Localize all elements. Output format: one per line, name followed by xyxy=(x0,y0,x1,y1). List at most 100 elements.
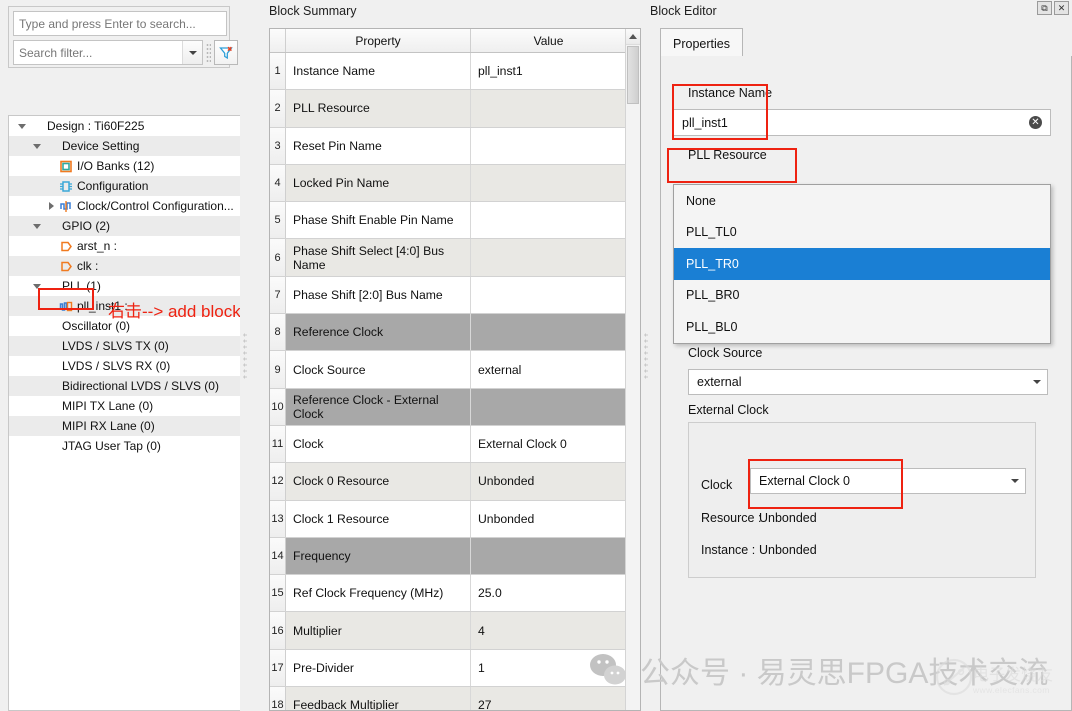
table-row[interactable]: 15Ref Clock Frequency (MHz)25.0 xyxy=(270,575,640,612)
value-cell[interactable]: external xyxy=(471,351,626,387)
chevron-down-icon[interactable] xyxy=(30,144,43,149)
value-cell[interactable]: External Clock 0 xyxy=(471,426,626,462)
value-cell[interactable] xyxy=(471,165,626,201)
column-header-rownum xyxy=(270,29,286,52)
tree-item[interactable]: clk : xyxy=(9,256,240,276)
table-row[interactable]: 7Phase Shift [2:0] Bus Name xyxy=(270,277,640,314)
tree-item[interactable]: Design : Ti60F225 xyxy=(9,116,240,136)
tab-properties[interactable]: Properties xyxy=(660,28,743,58)
value-cell[interactable]: 4 xyxy=(471,612,626,648)
value-cell[interactable]: 27 xyxy=(471,687,626,711)
value-cell[interactable] xyxy=(471,128,626,164)
search-input[interactable] xyxy=(13,11,227,36)
splitter-left[interactable] xyxy=(240,0,249,711)
tree-item[interactable]: GPIO (2) xyxy=(9,216,240,236)
tree-item[interactable]: I/O Banks (12) xyxy=(9,156,240,176)
chevron-down-icon[interactable] xyxy=(30,284,43,289)
pll-resource-option[interactable]: PLL_BR0 xyxy=(674,280,1050,312)
tree-item[interactable]: LVDS / SLVS RX (0) xyxy=(9,356,240,376)
table-row[interactable]: 6Phase Shift Select [4:0] Bus Name xyxy=(270,239,640,276)
value-cell[interactable] xyxy=(471,277,626,313)
value-cell[interactable]: Unbonded xyxy=(471,463,626,499)
value-cell[interactable]: 1 xyxy=(471,650,626,686)
table-row[interactable]: 14Frequency xyxy=(270,538,640,575)
pll-instance-icon xyxy=(58,299,74,313)
close-panel-button[interactable]: ✕ xyxy=(1054,1,1069,15)
splitter-right[interactable] xyxy=(641,0,650,711)
pll-resource-option[interactable]: PLL_TL0 xyxy=(674,217,1050,249)
clear-filter-button[interactable] xyxy=(214,40,238,65)
search-filter-dropdown-button[interactable] xyxy=(182,41,202,64)
instance-name-field[interactable]: pll_inst1 ✕ xyxy=(673,109,1051,136)
table-row[interactable]: 5Phase Shift Enable Pin Name xyxy=(270,202,640,239)
tree-item[interactable]: Clock/Control Configuration... xyxy=(9,196,240,216)
row-number: 11 xyxy=(270,426,286,462)
design-tree[interactable]: Design : Ti60F225 Device Setting I/O Banks… xyxy=(8,115,240,711)
table-row[interactable]: 11ClockExternal Clock 0 xyxy=(270,426,640,463)
pll-resource-option[interactable]: PLL_TR0 xyxy=(674,248,1050,280)
value-cell[interactable] xyxy=(471,389,626,425)
column-header-property[interactable]: Property xyxy=(286,29,471,52)
table-row[interactable]: 9Clock Sourceexternal xyxy=(270,351,640,388)
pll-resource-option[interactable]: None xyxy=(674,185,1050,217)
tree-item-label: LVDS / SLVS TX (0) xyxy=(62,339,169,353)
table-row[interactable]: 10Reference Clock - External Clock xyxy=(270,389,640,426)
tree-item[interactable]: arst_n : xyxy=(9,236,240,256)
tree-item[interactable]: Oscillator (0) xyxy=(9,316,240,336)
tree-item[interactable]: MIPI RX Lane (0) xyxy=(9,416,240,436)
table-row[interactable]: 18Feedback Multiplier27 xyxy=(270,687,640,711)
chevron-down-icon[interactable] xyxy=(15,124,28,129)
table-row[interactable]: 2PLL Resource xyxy=(270,90,640,127)
table-row[interactable]: 4Locked Pin Name xyxy=(270,165,640,202)
value-cell[interactable] xyxy=(471,314,626,350)
external-clock-value: External Clock 0 xyxy=(751,474,1005,488)
column-header-value[interactable]: Value xyxy=(471,29,626,52)
chevron-right-icon[interactable] xyxy=(45,202,58,210)
window-buttons: ⧉ ✕ xyxy=(1037,1,1069,15)
tree-item-label: Device Setting xyxy=(62,139,139,153)
external-clock-dropdown-arrow[interactable] xyxy=(1005,479,1025,483)
tree-item[interactable]: MIPI TX Lane (0) xyxy=(9,396,240,416)
chevron-down-icon xyxy=(1033,380,1041,384)
scroll-up-button[interactable] xyxy=(626,29,640,45)
tree-item[interactable]: JTAG User Tap (0) xyxy=(9,436,240,456)
external-clock-combo[interactable]: External Clock 0 xyxy=(750,468,1026,494)
tree-item[interactable]: Configuration xyxy=(9,176,240,196)
scrollbar-thumb[interactable] xyxy=(627,46,639,104)
value-cell[interactable] xyxy=(471,538,626,574)
search-filter-combo[interactable]: Search filter... xyxy=(13,40,203,65)
tree-item[interactable]: LVDS / SLVS TX (0) xyxy=(9,336,240,356)
table-row[interactable]: 8Reference Clock xyxy=(270,314,640,351)
table-row[interactable]: 3Reset Pin Name xyxy=(270,128,640,165)
value-cell[interactable]: pll_inst1 xyxy=(471,53,626,89)
clear-icon[interactable]: ✕ xyxy=(1029,116,1042,129)
table-row[interactable]: 13Clock 1 ResourceUnbonded xyxy=(270,501,640,538)
tree-item[interactable]: Bidirectional LVDS / SLVS (0) xyxy=(9,376,240,396)
table-row[interactable]: 12Clock 0 ResourceUnbonded xyxy=(270,463,640,500)
value-cell[interactable] xyxy=(471,202,626,238)
value-cell[interactable] xyxy=(471,239,626,275)
tree-icon-spacer xyxy=(43,319,59,333)
clock-source-dropdown-arrow[interactable] xyxy=(1027,380,1047,384)
clock-source-value: external xyxy=(689,375,1027,389)
tree-item-label: Bidirectional LVDS / SLVS (0) xyxy=(62,379,219,393)
chevron-down-icon[interactable] xyxy=(30,224,43,229)
value-cell[interactable]: Unbonded xyxy=(471,501,626,537)
value-cell[interactable] xyxy=(471,90,626,126)
clock-source-combo[interactable]: external xyxy=(688,369,1048,395)
value-cell[interactable]: 25.0 xyxy=(471,575,626,611)
tree-item-label: MIPI TX Lane (0) xyxy=(62,399,153,413)
tree-item[interactable]: PLL (1) xyxy=(9,276,240,296)
table-row[interactable]: 17Pre-Divider1 xyxy=(270,650,640,687)
table-row[interactable]: 16Multiplier4 xyxy=(270,612,640,649)
pll-resource-dropdown-list[interactable]: NonePLL_TL0PLL_TR0PLL_BR0PLL_BL0 xyxy=(673,184,1051,344)
tree-item[interactable]: Device Setting xyxy=(9,136,240,156)
float-panel-button[interactable]: ⧉ xyxy=(1037,1,1052,15)
block-summary-table[interactable]: Property Value 1Instance Namepll_inst12P… xyxy=(269,28,641,711)
table-row[interactable]: 1Instance Namepll_inst1 xyxy=(270,53,640,90)
tree-item[interactable]: pll_inst1 : xyxy=(9,296,240,316)
row-number: 6 xyxy=(270,239,286,275)
clock-control-icon xyxy=(59,200,73,213)
table-vertical-scrollbar[interactable] xyxy=(625,29,640,710)
pll-resource-option[interactable]: PLL_BL0 xyxy=(674,311,1050,343)
